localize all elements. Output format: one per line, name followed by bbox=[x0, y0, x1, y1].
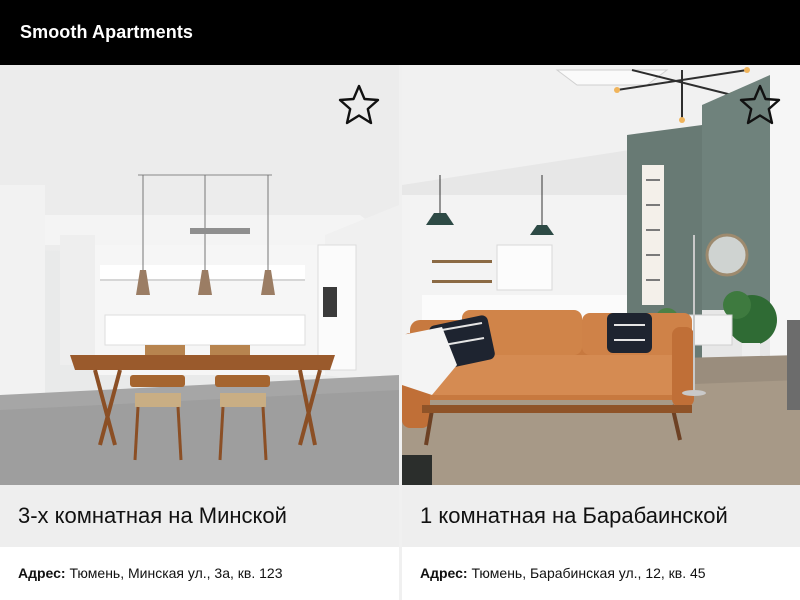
address-label: Адрес: bbox=[18, 565, 66, 581]
listing-photo[interactable] bbox=[402, 65, 800, 485]
listing-title[interactable]: 1 комнатная на Барабаинской bbox=[420, 503, 728, 529]
favorite-button[interactable] bbox=[738, 83, 782, 127]
address-value: Тюмень, Минская ул., 3а, кв. 123 bbox=[69, 565, 283, 581]
star-outline-icon bbox=[739, 84, 781, 125]
living-room-photo bbox=[402, 65, 800, 485]
app-header: Smooth Apartments bbox=[0, 0, 800, 65]
listing-title-band: 3-х комнатная на Минской bbox=[0, 485, 399, 547]
star-outline-icon bbox=[338, 84, 380, 125]
card-divider bbox=[399, 65, 402, 600]
listing-address: Адрес: Тюмень, Барабинская ул., 12, кв. … bbox=[420, 565, 706, 581]
address-value: Тюмень, Барабинская ул., 12, кв. 45 bbox=[471, 565, 706, 581]
address-label: Адрес: bbox=[420, 565, 468, 581]
listing-title-band: 1 комнатная на Барабаинской bbox=[402, 485, 800, 547]
favorite-button[interactable] bbox=[337, 83, 381, 127]
listing-card[interactable]: 1 комнатная на Барабаинской Адрес: Тюмен… bbox=[402, 65, 800, 600]
listing-address: Адрес: Тюмень, Минская ул., 3а, кв. 123 bbox=[18, 565, 282, 581]
listing-title[interactable]: 3-х комнатная на Минской bbox=[18, 503, 287, 529]
listing-photo[interactable] bbox=[0, 65, 399, 485]
kitchen-photo bbox=[0, 65, 399, 485]
listing-card[interactable]: 3-х комнатная на Минской Адрес: Тюмень, … bbox=[0, 65, 399, 600]
brand-title[interactable]: Smooth Apartments bbox=[20, 22, 193, 43]
